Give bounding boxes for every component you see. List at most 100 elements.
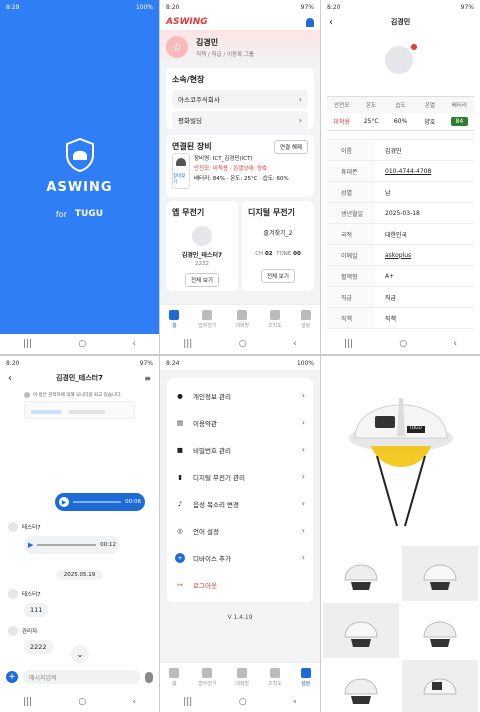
home-button[interactable]: ○ [399, 339, 407, 349]
user-header[interactable]: 김 김경민 직책 / 직급 / 이동록 그룹 [160, 30, 320, 64]
menu-terms[interactable]: ▤ 이용약관 › [167, 409, 313, 436]
digital-radio-card: 디지털 무전기 즐겨찾기_2 CH 02 TONE 00 전체 보기 [242, 201, 314, 291]
profile-row-key: 휴대폰 [327, 161, 375, 181]
menu-voice[interactable]: ♪ 음성 목소리 변경 › [167, 490, 313, 517]
view-all-button[interactable]: 전체 보기 [261, 269, 295, 283]
helmet-thumbnail[interactable] [323, 603, 399, 658]
page-title: 김경민 [390, 18, 411, 26]
back-button[interactable]: ‹ [293, 697, 297, 707]
radio-icon: ▮ [178, 472, 182, 481]
affiliation-card: 소속/현장 아스코주식회사 › 평화빌딩 › [166, 68, 314, 129]
tab-settings[interactable]: 설정 [300, 668, 311, 687]
partner-name: TUGU [74, 209, 104, 219]
notification-bell-icon[interactable] [306, 17, 314, 27]
add-attachment-button[interactable]: + [6, 671, 18, 683]
profile-row: 이름 김경민 [327, 140, 474, 161]
voice-duration: 00:12 [100, 542, 116, 548]
menu-label: 개인정보 관리 [193, 392, 231, 401]
back-button[interactable]: ‹ [132, 339, 136, 349]
tab-settings[interactable]: 설정 [300, 310, 311, 329]
add-icon: + [175, 552, 185, 563]
tab-org[interactable]: 조직도 [268, 310, 282, 329]
home-button[interactable]: ○ [78, 339, 86, 349]
menu-personal-info[interactable]: ● 개인정보 관리 › [167, 382, 313, 409]
home-icon [169, 668, 180, 678]
notice-image [24, 401, 135, 419]
play-icon[interactable]: ▶ [28, 541, 33, 549]
for-label: for [55, 209, 67, 219]
document-icon: ▤ [176, 418, 184, 427]
radio-user-name: 김경민_테스터7 [181, 252, 223, 259]
profile-row-key: 생년월일 [327, 203, 375, 223]
affiliation-label: 아스코주식회사 [178, 96, 220, 104]
recent-apps-button[interactable]: ||| [183, 697, 192, 707]
divider [320, 0, 321, 712]
menu-add-device[interactable]: + 디바이스 추가 › [167, 544, 313, 571]
waveform [73, 501, 122, 503]
helmet-thumb-icon [423, 678, 457, 694]
recent-apps-button[interactable]: ||| [23, 339, 32, 349]
back-button[interactable]: ‹ [453, 339, 457, 349]
back-arrow-icon[interactable]: ‹ [329, 17, 333, 28]
menu-language[interactable]: ◎ 언어 설정 › [167, 517, 313, 544]
recent-apps-button[interactable]: ||| [23, 697, 32, 707]
profile-row-key: 직급 [327, 287, 375, 307]
tab-chat[interactable]: 대화방 [235, 310, 249, 329]
tab-home[interactable]: 홈 [169, 668, 180, 687]
menu-logout[interactable]: ↦ 로그아웃 [167, 571, 313, 598]
menu-digital-radio[interactable]: ▮ 디지털 무전기 관리 › [167, 463, 313, 490]
person-icon: ● [177, 391, 183, 400]
profile-row-value[interactable]: 010-4744-4708 [375, 168, 431, 175]
tab-label: 대화방 [235, 323, 250, 329]
home-button[interactable]: ○ [78, 697, 86, 707]
scroll-down-button[interactable]: ⌄ [71, 645, 89, 663]
helmet-thumbnail[interactable] [323, 660, 399, 712]
affiliation-item[interactable]: 아스코주식회사 › [172, 90, 308, 108]
profile-row-key: 이름 [327, 140, 375, 160]
tab-label: 설정 [300, 323, 311, 329]
chat-icon [237, 310, 248, 320]
back-arrow-icon[interactable]: ‹ [8, 373, 12, 384]
menu-password[interactable]: ■ 비밀번호 관리 › [167, 436, 313, 463]
back-button[interactable]: ‹ [132, 697, 136, 707]
status-table: 안전모 온도 습도 온열 배터리 미착용 25°C 60% 양호 84 [327, 96, 474, 131]
status-header: 온도 [366, 103, 377, 109]
profile-row: 혈액형 A+ [327, 266, 474, 287]
their-voice-message[interactable]: ▶ 00:12 [24, 536, 120, 554]
message-input[interactable]: 메시지입력 [23, 670, 140, 684]
status-battery: 100% [135, 3, 153, 11]
disconnect-button[interactable]: 연결 해제 [274, 140, 308, 154]
helmet-main-image: TUGU [341, 376, 461, 536]
home-button[interactable]: ○ [239, 339, 247, 349]
find-device-button[interactable]: 장비찾기 [172, 153, 190, 189]
my-voice-message[interactable]: ▶ 00:06 [55, 493, 145, 511]
recent-apps-button[interactable]: ||| [183, 339, 192, 349]
menu-icon[interactable]: ≡ [144, 374, 151, 383]
view-all-button[interactable]: 전체 보기 [185, 273, 219, 287]
profile-row-value: 직책 [385, 315, 397, 323]
tab-org[interactable]: 조직도 [268, 668, 282, 687]
channel-name: 즐겨찾기_2 [263, 230, 293, 237]
back-button[interactable]: ‹ [293, 339, 297, 349]
org-chart-icon [269, 310, 280, 320]
status-battery: 100% [296, 359, 314, 367]
profile-row: 이메일 askoplus [327, 245, 474, 266]
affiliation-item[interactable]: 평화빌딩 › [172, 111, 308, 129]
avatar [8, 522, 18, 532]
tab-app-radio[interactable]: 앱무전기 [198, 310, 217, 329]
bottom-tab-bar: 홈 앱무전기 대화방 조직도 설정 [160, 662, 320, 692]
helmet-thumbnail[interactable] [402, 660, 478, 712]
home-button[interactable]: ○ [239, 697, 247, 707]
tab-chat[interactable]: 대화방 [235, 668, 249, 687]
tone-label: TONE [276, 251, 292, 257]
tab-home[interactable]: 홈 [169, 310, 180, 329]
play-icon[interactable]: ▶ [59, 497, 69, 507]
helmet-thumbnail[interactable] [402, 546, 478, 601]
profile-row-value[interactable]: askoplus [375, 252, 411, 259]
tab-app-radio[interactable]: 앱무전기 [198, 668, 217, 687]
microphone-icon[interactable] [145, 671, 153, 683]
recent-apps-button[interactable]: ||| [344, 339, 353, 349]
helmet-thumbnail[interactable] [402, 603, 478, 658]
status-time: 8:20 [327, 3, 341, 11]
helmet-thumbnail[interactable] [323, 546, 399, 601]
